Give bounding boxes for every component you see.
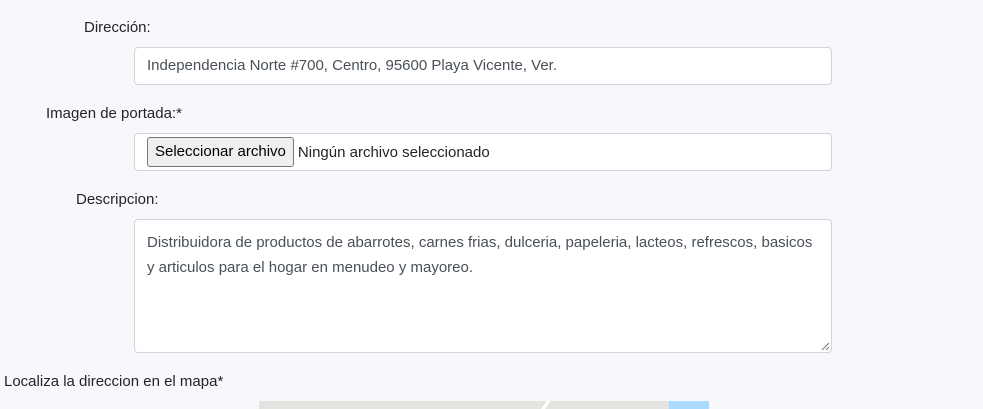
map-water [669, 401, 709, 409]
imagen-portada-label: Imagen de portada:* [46, 105, 182, 122]
descripcion-label: Descripcion: [76, 191, 159, 208]
map-road [541, 401, 552, 409]
file-status-text: Ningún archivo seleccionado [297, 143, 490, 161]
business-form: Dirección: Independencia Norte #700, Cen… [0, 0, 983, 409]
location-map[interactable] [259, 401, 709, 409]
imagen-portada-file-input[interactable]: Seleccionar archivo Ningún archivo selec… [134, 133, 832, 171]
descripcion-textarea[interactable]: Distribuidora de productos de abarrotes,… [134, 219, 832, 353]
select-file-button[interactable]: Seleccionar archivo [147, 137, 294, 167]
resize-grip-icon[interactable] [820, 341, 830, 351]
descripcion-text: Distribuidora de productos de abarrotes,… [147, 234, 813, 276]
direccion-label: Dirección: [84, 19, 151, 36]
direccion-input[interactable]: Independencia Norte #700, Centro, 95600 … [134, 47, 832, 85]
mapa-label: Localiza la direccion en el mapa* [4, 373, 224, 390]
